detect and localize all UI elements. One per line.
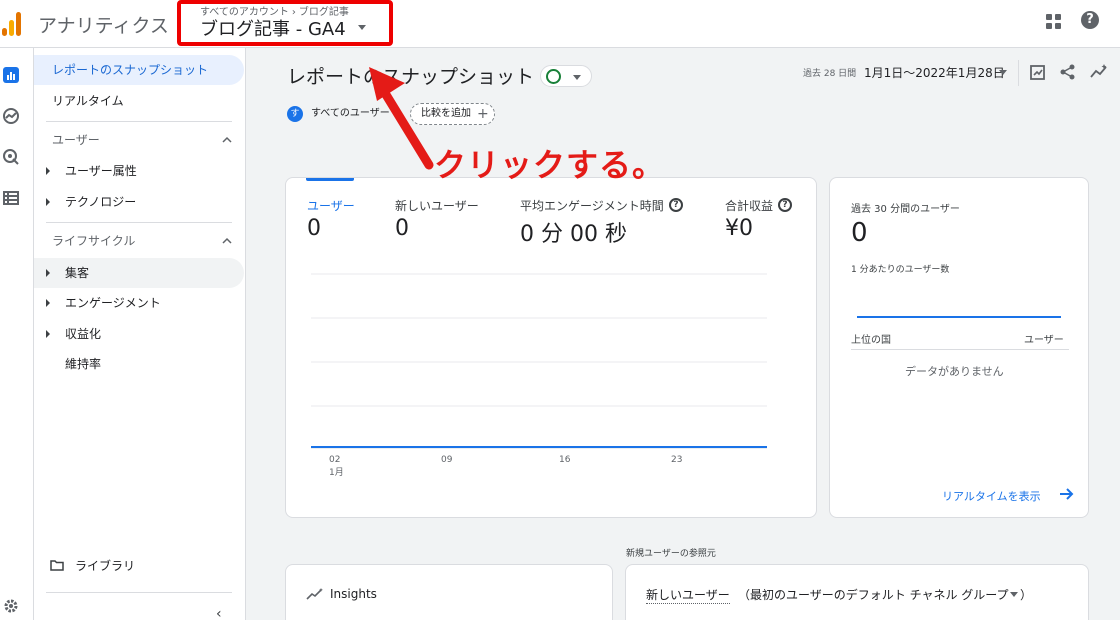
collapse-nav-button[interactable]: ‹ <box>216 606 222 620</box>
folder-icon[interactable] <box>50 560 64 571</box>
x-tick-label: 02 <box>329 455 341 465</box>
metric-tab-users[interactable]: ユーザー <box>307 197 355 214</box>
expand-icon <box>46 167 50 175</box>
realtime-value: 0 <box>851 218 868 248</box>
metric-selector[interactable]: 新しいユーザー <box>646 586 730 604</box>
metric-tab-revenue[interactable]: 合計収益 <box>725 197 773 214</box>
users-line-chart <box>311 273 767 449</box>
check-circle-icon <box>546 69 561 84</box>
date-caret-icon[interactable] <box>999 70 1007 75</box>
apps-grid-icon[interactable] <box>1046 14 1062 30</box>
chevron-up-icon <box>222 136 232 143</box>
configure-icon[interactable] <box>2 189 20 207</box>
property-caret-icon[interactable] <box>358 25 366 30</box>
customize-report-icon[interactable] <box>1029 63 1047 81</box>
dimension-selector[interactable]: （最初のユーザーのデフォルト チャネル グループ <box>738 586 1009 603</box>
divider <box>46 121 232 122</box>
x-tick-label: 09 <box>441 455 453 465</box>
nav-item-library[interactable]: ライブラリ <box>75 557 135 574</box>
expand-icon <box>46 330 50 338</box>
property-selector[interactable]: ブログ記事 - GA4 <box>200 15 346 41</box>
sidebar-nav: レポートのスナップショット リアルタイム ユーザー ユーザー属性 テクノロジー … <box>34 48 246 620</box>
chevron-up-icon <box>222 237 232 244</box>
x-tick-sublabel: 1月 <box>329 468 344 478</box>
annotation-text: クリックする。 <box>434 146 666 184</box>
section-label: ユーザー <box>52 133 100 147</box>
metric-tab-new-users[interactable]: 新しいユーザー <box>395 197 479 214</box>
nav-label: ユーザー属性 <box>65 164 137 178</box>
help-circle-icon[interactable]: ? <box>669 198 683 212</box>
expand-icon <box>46 198 50 206</box>
realtime-sparkline <box>857 316 1061 318</box>
section-label-new-user-source: 新規ユーザーの参照元 <box>626 549 716 559</box>
metric-tab-engagement-time[interactable]: 平均エンゲージメント時間 <box>520 197 664 214</box>
explore-icon[interactable] <box>2 107 20 125</box>
nav-label: 集客 <box>65 266 90 280</box>
expand-icon <box>46 269 50 277</box>
selected-metric-indicator <box>306 178 354 181</box>
expand-icon <box>46 299 50 307</box>
app-title: アナリティクス <box>38 15 169 37</box>
column-header-country: 上位の国 <box>851 335 891 346</box>
realtime-card <box>829 177 1089 518</box>
x-tick-label: 23 <box>671 455 683 465</box>
arrow-right-icon[interactable] <box>1058 487 1074 501</box>
analytics-logo-icon[interactable] <box>0 10 24 36</box>
insights-sparkle-icon[interactable] <box>1090 63 1108 81</box>
advertising-icon[interactable] <box>2 148 20 166</box>
reports-icon[interactable] <box>2 66 20 84</box>
left-rail <box>0 48 34 620</box>
status-dropdown[interactable] <box>540 65 592 87</box>
caret-down-icon[interactable] <box>1010 592 1018 597</box>
help-icon[interactable]: ? <box>1081 11 1099 29</box>
dimension-close-paren: ） <box>1020 588 1033 602</box>
segment-avatar: す <box>287 106 303 122</box>
nav-item-technology[interactable]: テクノロジー <box>34 187 244 217</box>
divider <box>46 592 232 593</box>
nav-label: 収益化 <box>65 327 102 341</box>
view-realtime-link[interactable]: リアルタイムを表示 <box>942 488 1041 504</box>
nav-label: 維持率 <box>65 357 102 371</box>
empty-state: データがありません <box>905 365 1004 378</box>
annotation-arrow-icon <box>369 67 434 170</box>
caret-down-icon <box>573 75 581 80</box>
section-label: ライフサイクル <box>52 234 136 248</box>
plus-icon: + <box>477 106 489 122</box>
divider <box>46 222 232 223</box>
nav-label: エンゲージメント <box>65 296 161 310</box>
nav-item-realtime[interactable]: リアルタイム <box>34 86 244 116</box>
share-icon[interactable] <box>1059 63 1077 81</box>
metric-value-revenue: ¥0 <box>725 216 753 241</box>
x-tick-label: 16 <box>559 455 571 465</box>
date-prefix: 過去 28 日間 <box>803 69 857 79</box>
insights-title: Insights <box>330 587 377 601</box>
table-divider <box>851 349 1069 350</box>
realtime-label: 過去 30 分間のユーザー <box>851 204 960 215</box>
insights-icon <box>306 588 323 600</box>
metric-value-engagement-time: 0 分 00 秒 <box>520 222 627 247</box>
nav-section-user[interactable]: ユーザー <box>34 125 244 155</box>
nav-label: リアルタイム <box>52 94 124 108</box>
realtime-subtitle: 1 分あたりのユーザー数 <box>851 265 950 275</box>
nav-section-lifecycle[interactable]: ライフサイクル <box>34 226 244 256</box>
top-bar: アナリティクス すべてのアカウント › ブログ記事 ブログ記事 - GA4 ? <box>0 0 1120 48</box>
nav-item-snapshot[interactable]: レポートのスナップショット <box>34 55 244 85</box>
metric-value-new-users: 0 <box>395 216 409 241</box>
toolbar-divider <box>1018 60 1019 86</box>
nav-item-acquisition[interactable]: 集客 <box>34 258 244 288</box>
nav-item-user-attributes[interactable]: ユーザー属性 <box>34 156 244 186</box>
nav-item-retention[interactable]: 維持率 <box>34 349 244 379</box>
help-circle-icon[interactable]: ? <box>778 198 792 212</box>
metric-value-users: 0 <box>307 216 321 241</box>
nav-label: レポートのスナップショット <box>52 63 209 77</box>
column-header-users: ユーザー <box>1024 335 1064 346</box>
nav-item-engagement[interactable]: エンゲージメント <box>34 288 244 318</box>
nav-item-monetization[interactable]: 収益化 <box>34 319 244 349</box>
nav-label: テクノロジー <box>65 195 137 209</box>
settings-gear-icon[interactable] <box>2 597 20 615</box>
date-range-picker[interactable]: 1月1日〜2022年1月28日 <box>864 64 1005 81</box>
